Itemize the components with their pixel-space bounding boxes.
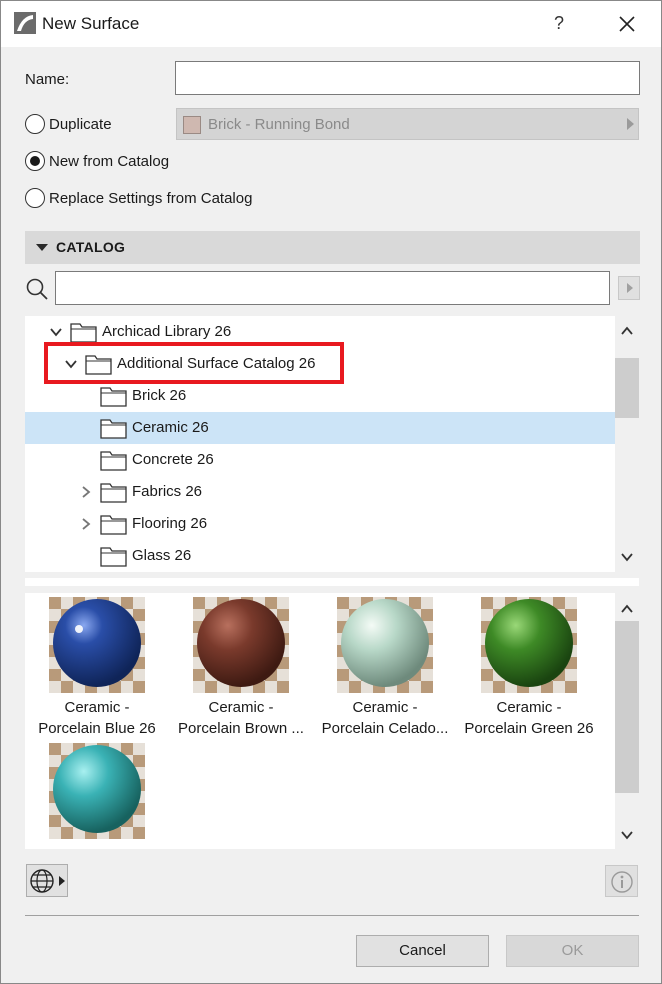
archicad-app-icon: [14, 12, 36, 34]
surface-thumbnail-label: Ceramic - Porcelain Brown ...: [171, 697, 311, 739]
new-from-catalog-label[interactable]: New from Catalog: [49, 153, 169, 170]
tree-item-flooring[interactable]: Flooring 26: [25, 508, 615, 540]
surface-name-line2: Porcelain Blue 26: [38, 720, 156, 737]
info-button[interactable]: [605, 865, 638, 897]
surface-preview-image: [481, 597, 577, 693]
surface-thumbnail[interactable]: Ceramic - Porcelain Green 26: [459, 593, 599, 737]
duplicate-source-value: Brick - Running Bond: [208, 116, 350, 133]
tree-item-label: Glass 26: [132, 547, 192, 564]
new-surface-dialog: New Surface ? Name: Duplicate Brick - Ru…: [0, 0, 662, 984]
surface-name-line2: Porcelain Brown ...: [178, 720, 304, 737]
tree-item-concrete[interactable]: Concrete 26: [25, 444, 615, 476]
tree-item-glass[interactable]: Glass 26: [25, 540, 615, 572]
surface-thumbnail[interactable]: [27, 739, 167, 849]
tree-item-ceramic[interactable]: Ceramic 26: [25, 412, 615, 444]
tree-item-fabrics[interactable]: Fabrics 26: [25, 476, 615, 508]
search-icon: [26, 278, 48, 300]
scroll-down-icon[interactable]: [620, 550, 634, 564]
surface-thumbnail-grid[interactable]: Ceramic - Porcelain Blue 26 Ceramic - Po…: [25, 593, 615, 849]
scroll-up-icon[interactable]: [620, 324, 634, 338]
folder-icon: [100, 515, 127, 535]
help-button[interactable]: ?: [545, 9, 573, 37]
replace-settings-label[interactable]: Replace Settings from Catalog: [49, 190, 252, 207]
chevron-down-icon[interactable]: [49, 325, 63, 339]
folder-icon: [100, 547, 127, 567]
chevron-right-icon[interactable]: [79, 517, 93, 531]
title-bar: New Surface ?: [1, 1, 661, 47]
collapse-triangle-icon[interactable]: [36, 244, 48, 251]
tree-item-label: Fabrics 26: [132, 483, 203, 500]
chevron-right-icon[interactable]: [79, 485, 93, 499]
tree-item-label: Archicad Library 26: [102, 323, 232, 340]
surface-thumbnail[interactable]: Ceramic - Porcelain Blue 26: [27, 593, 167, 737]
surface-preview-image: [337, 597, 433, 693]
catalog-search-input[interactable]: [55, 271, 610, 305]
scroll-down-icon[interactable]: [620, 828, 634, 842]
close-icon[interactable]: [611, 9, 643, 39]
duplicate-label[interactable]: Duplicate: [49, 116, 112, 133]
surface-preview-image: [193, 597, 289, 693]
ok-button[interactable]: OK: [506, 935, 639, 967]
catalog-section-header[interactable]: CATALOG: [25, 231, 640, 264]
new-from-catalog-radio[interactable]: [25, 151, 45, 171]
folder-icon: [100, 419, 127, 439]
surface-name-line1: Ceramic -: [496, 699, 562, 716]
surface-name-line2: Porcelain Green 26: [464, 720, 594, 737]
folder-icon: [100, 451, 127, 471]
duplicate-radio[interactable]: [25, 114, 45, 134]
catalog-title: CATALOG: [56, 239, 126, 255]
folder-icon: [100, 483, 127, 503]
highlight-annotation: [44, 342, 344, 384]
window-title: New Surface: [42, 14, 140, 33]
surface-thumbnail[interactable]: Ceramic - Porcelain Brown ...: [171, 593, 311, 737]
menu-arrow-icon: [59, 876, 65, 886]
name-field[interactable]: [175, 61, 640, 95]
thumbnail-scroll-thumb[interactable]: [615, 621, 639, 793]
cancel-button[interactable]: Cancel: [356, 935, 489, 967]
duplicate-source-dropdown: Brick - Running Bond: [176, 108, 639, 140]
tree-scrollbar[interactable]: [615, 316, 639, 572]
thumbnail-scrollbar[interactable]: [615, 593, 639, 849]
search-go-button[interactable]: [618, 276, 640, 300]
tree-scroll-thumb[interactable]: [615, 358, 639, 418]
surface-preview-image: [49, 743, 145, 839]
surface-thumbnail-label: Ceramic - Porcelain Celado...: [315, 697, 455, 739]
dropdown-arrow-icon: [627, 118, 634, 130]
footer-divider: [25, 915, 639, 916]
library-globe-button[interactable]: [26, 864, 68, 897]
surface-swatch: [183, 116, 201, 134]
folder-icon: [70, 323, 97, 343]
surface-name-line1: Ceramic -: [352, 699, 418, 716]
surface-thumbnail-label: Ceramic - Porcelain Green 26: [459, 697, 599, 739]
surface-preview-image: [49, 597, 145, 693]
surface-name-line1: Ceramic -: [64, 699, 130, 716]
splitter[interactable]: [25, 578, 639, 586]
replace-settings-radio[interactable]: [25, 188, 45, 208]
tree-item-label: Ceramic 26: [132, 419, 209, 436]
surface-thumbnail-label: Ceramic - Porcelain Blue 26: [27, 697, 167, 739]
surface-name-line1: Ceramic -: [208, 699, 274, 716]
tree-item-label: Flooring 26: [132, 515, 208, 532]
surface-thumbnail[interactable]: Ceramic - Porcelain Celado...: [315, 593, 455, 737]
surface-name-line2: Porcelain Celado...: [321, 720, 449, 737]
name-label: Name:: [25, 71, 70, 88]
tree-item-label: Concrete 26: [132, 451, 214, 468]
scroll-up-icon[interactable]: [620, 602, 634, 616]
globe-icon: [30, 869, 54, 893]
tree-item-brick[interactable]: Brick 26: [25, 380, 615, 412]
info-icon: [611, 871, 633, 893]
tree-item-label: Brick 26: [132, 387, 187, 404]
folder-icon: [100, 387, 127, 407]
